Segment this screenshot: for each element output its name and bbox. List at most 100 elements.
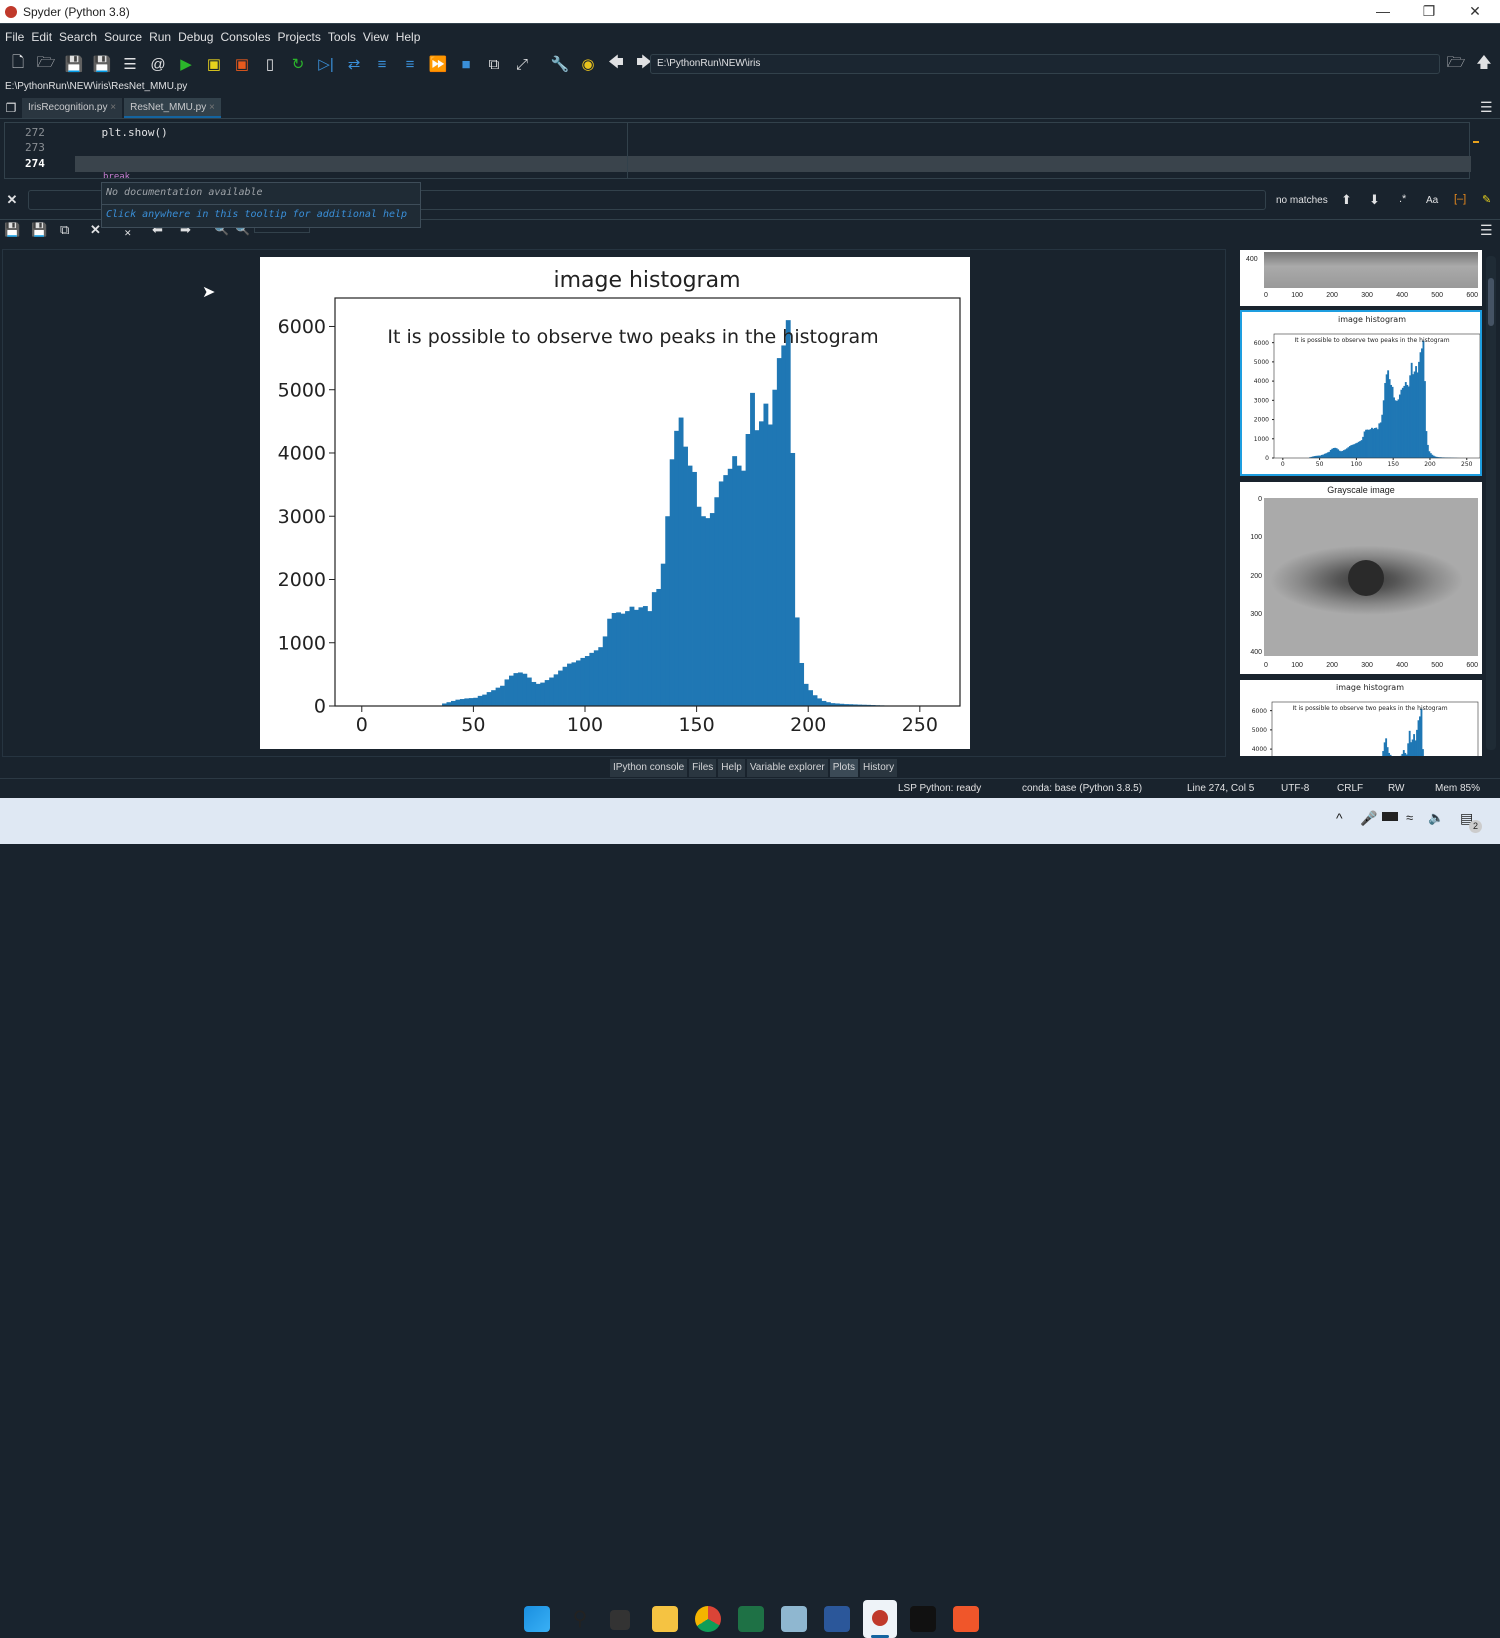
- debug-icon[interactable]: ▷|: [312, 52, 340, 76]
- menu-file[interactable]: File: [5, 30, 24, 44]
- run-cell-advance-icon[interactable]: ▣: [228, 52, 256, 76]
- run-icon[interactable]: ▶: [172, 52, 200, 76]
- code-editor[interactable]: 272 plt.show() 273 274 break: [4, 122, 1470, 179]
- find-next-icon[interactable]: ⬇: [1369, 192, 1380, 208]
- plots-options-menu-icon[interactable]: ☰: [1480, 222, 1493, 239]
- copy-plot-icon[interactable]: ⧉: [60, 222, 69, 238]
- thumbnail-histogram-selected[interactable]: image histogram0501001502002500100020003…: [1240, 310, 1482, 476]
- thumbnail-grayscale[interactable]: Grayscale image 0100200300400 0100200300…: [1240, 482, 1482, 674]
- menu-search[interactable]: Search: [59, 30, 97, 44]
- tooltip-help-link[interactable]: Click anywhere in this tooltip for addit…: [102, 205, 420, 224]
- terminal-icon[interactable]: [910, 1606, 936, 1632]
- tab-plots[interactable]: Plots: [830, 759, 858, 777]
- whole-word-icon[interactable]: [–]: [1454, 193, 1466, 205]
- save-all-icon[interactable]: 💾: [88, 52, 116, 76]
- thumbnail-histogram-2[interactable]: image histogram0501001502002500100020003…: [1240, 680, 1482, 756]
- close-window-button[interactable]: ✕: [1452, 0, 1498, 23]
- search-icon[interactable]: ⚲: [567, 1606, 593, 1632]
- run-cell-icon[interactable]: ▣: [200, 52, 228, 76]
- thumbnails-scrollbar[interactable]: [1486, 256, 1496, 750]
- browse-folder-icon[interactable]: 🗁: [1442, 52, 1470, 76]
- save-plot-icon[interactable]: 💾: [4, 222, 20, 238]
- menu-projects[interactable]: Projects: [278, 30, 321, 44]
- close-find-icon[interactable]: ✕: [0, 192, 24, 208]
- tab-help[interactable]: Help: [718, 759, 745, 777]
- back-arrow-icon[interactable]: 🡄: [602, 52, 630, 76]
- close-tab-icon[interactable]: ×: [206, 102, 215, 113]
- menu-edit[interactable]: Edit: [31, 30, 52, 44]
- windows-start-icon[interactable]: [524, 1606, 550, 1632]
- menu-view[interactable]: View: [363, 30, 389, 44]
- volume-icon[interactable]: 🔈: [1428, 810, 1444, 826]
- chrome-icon[interactable]: [695, 1606, 721, 1632]
- histogram-bar: [580, 658, 585, 706]
- show-hidden-icons[interactable]: ^: [1336, 810, 1343, 826]
- spyder-taskbar-icon[interactable]: [863, 1600, 897, 1638]
- case-sensitive-toggle[interactable]: Aa: [1426, 195, 1438, 206]
- browse-tabs-icon[interactable]: ❐: [0, 101, 22, 115]
- highlight-icon[interactable]: ✎: [1482, 193, 1491, 206]
- remove-all-plots-icon[interactable]: ✕: [124, 228, 132, 239]
- continue-icon[interactable]: ⏩: [424, 52, 452, 76]
- run-selection-icon[interactable]: ▯: [256, 52, 284, 76]
- lsp-status[interactable]: LSP Python: ready: [898, 783, 981, 794]
- scrollbar-thumb[interactable]: [1488, 278, 1494, 326]
- task-view-icon[interactable]: [610, 1610, 630, 1630]
- open-file-icon[interactable]: 🗁: [32, 52, 60, 76]
- rerun-icon[interactable]: ↻: [284, 52, 312, 76]
- tab-files[interactable]: Files: [689, 759, 716, 777]
- step-icon[interactable]: ⇄: [340, 52, 368, 76]
- working-directory-input[interactable]: E:\PythonRun\NEW\iris: [650, 54, 1440, 74]
- maximize-pane-icon[interactable]: ⧉: [480, 52, 508, 76]
- maximize-button[interactable]: ❐: [1406, 0, 1452, 23]
- menu-tools[interactable]: Tools: [328, 30, 356, 44]
- word-icon[interactable]: [824, 1606, 850, 1632]
- save-icon[interactable]: 💾: [60, 52, 88, 76]
- at-icon[interactable]: @: [144, 52, 172, 76]
- find-previous-icon[interactable]: ⬆: [1341, 192, 1352, 208]
- thumbnail-image-top[interactable]: 400 0100200300400500600: [1240, 250, 1482, 306]
- menu-source[interactable]: Source: [104, 30, 142, 44]
- conda-status[interactable]: conda: base (Python 3.8.5): [1022, 783, 1142, 794]
- menu-debug[interactable]: Debug: [178, 30, 213, 44]
- save-all-plots-icon[interactable]: 💾: [31, 222, 47, 238]
- tab-ipython-console[interactable]: IPython console: [610, 759, 687, 777]
- step-into-icon[interactable]: ≡: [368, 52, 396, 76]
- histogram-bar: [750, 393, 755, 706]
- preferences-wrench-icon[interactable]: 🔧: [546, 52, 574, 76]
- current-line-highlight: [75, 156, 1471, 172]
- snagit-icon[interactable]: [953, 1606, 979, 1632]
- histogram-bar: [585, 656, 590, 706]
- file-explorer-icon[interactable]: [652, 1606, 678, 1632]
- regex-icon[interactable]: .*: [1399, 193, 1406, 205]
- calltip-tooltip[interactable]: No documentation available Click anywher…: [101, 182, 421, 228]
- tick-label: 0: [1242, 496, 1262, 503]
- step-return-icon[interactable]: ≡: [396, 52, 424, 76]
- notepad-icon[interactable]: [781, 1606, 807, 1632]
- options-menu-icon[interactable]: ☰: [1480, 99, 1493, 116]
- battery-icon[interactable]: [1382, 812, 1398, 821]
- y-tick-label: 1000: [1254, 436, 1269, 443]
- close-tab-icon[interactable]: ×: [107, 102, 116, 113]
- parent-dir-icon[interactable]: 🡅: [1470, 52, 1498, 76]
- menu-help[interactable]: Help: [396, 30, 421, 44]
- remove-plot-icon[interactable]: ✕: [90, 222, 101, 238]
- plot-thumbnails: 400 0100200300400500600 image histogram0…: [1238, 250, 1484, 756]
- new-file-icon[interactable]: 🗋: [4, 52, 32, 76]
- stop-icon[interactable]: ■: [452, 52, 480, 76]
- x-tick-label: 100: [1351, 461, 1363, 468]
- tab-history[interactable]: History: [860, 759, 897, 777]
- excel-icon[interactable]: [738, 1606, 764, 1632]
- fullscreen-icon[interactable]: ⤢: [508, 52, 536, 76]
- python-path-icon[interactable]: ◉: [574, 52, 602, 76]
- histogram-bar: [473, 698, 478, 706]
- editor-tab[interactable]: IrisRecognition.py ×: [22, 98, 122, 118]
- menu-consoles[interactable]: Consoles: [220, 30, 270, 44]
- editor-tab[interactable]: ResNet_MMU.py ×: [124, 98, 221, 118]
- menu-run[interactable]: Run: [149, 30, 171, 44]
- minimize-button[interactable]: —: [1360, 0, 1406, 23]
- wifi-icon[interactable]: ≈: [1406, 810, 1413, 825]
- microphone-icon[interactable]: 🎤: [1360, 810, 1377, 827]
- tab-variable-explorer[interactable]: Variable explorer: [747, 759, 828, 777]
- outline-icon[interactable]: ☰: [116, 52, 144, 76]
